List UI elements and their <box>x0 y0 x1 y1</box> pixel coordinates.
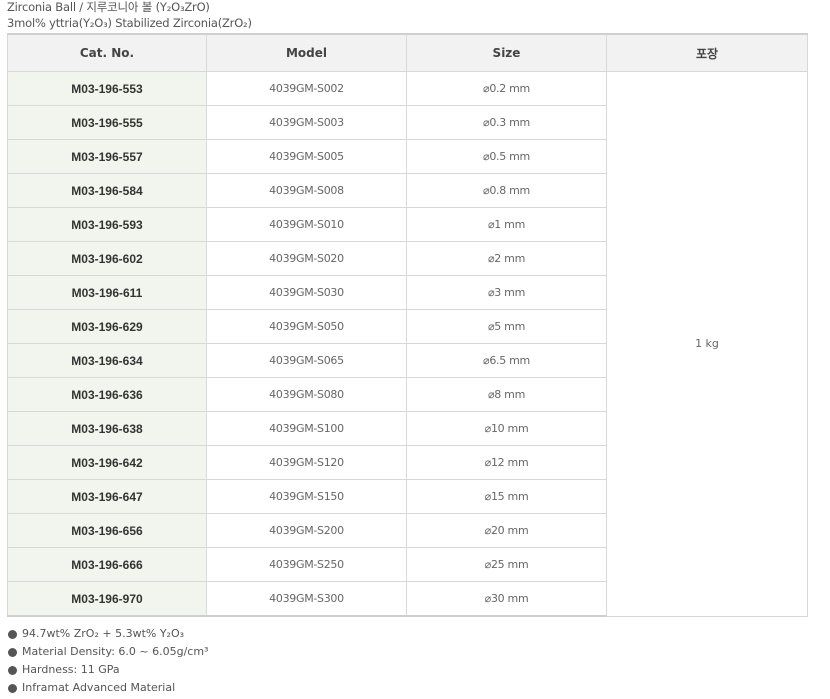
size-cell: ⌀20 mm <box>406 513 607 548</box>
size-cell: ⌀0.2 mm <box>406 71 607 106</box>
size-cell: ⌀0.3 mm <box>406 105 607 140</box>
size-cell: ⌀15 mm <box>406 479 607 514</box>
cat-no-cell: M03-196-666 <box>7 547 207 582</box>
size-cell: ⌀0.5 mm <box>406 139 607 174</box>
note-text: Hardness: 11 GPa <box>22 663 120 676</box>
size-cell: ⌀6.5 mm <box>406 343 607 378</box>
size-cell: ⌀12 mm <box>406 445 607 480</box>
note-text: Inframat Advanced Material <box>22 681 176 694</box>
cat-no-cell: M03-196-642 <box>7 445 207 480</box>
model-cell: 4039GM-S200 <box>206 513 407 548</box>
cat-no-cell: M03-196-970 <box>7 581 207 617</box>
cat-no-cell: M03-196-634 <box>7 343 207 378</box>
cat-no-cell: M03-196-611 <box>7 275 207 310</box>
product-table: Cat. No. Model Size 포장 M03-196-553 4039GM… <box>7 33 808 617</box>
cat-no-cell: M03-196-636 <box>7 377 207 412</box>
model-cell: 4039GM-S003 <box>206 105 407 140</box>
model-cell: 4039GM-S150 <box>206 479 407 514</box>
table-header-row: Cat. No. Model Size 포장 <box>7 33 808 72</box>
note-item: Inframat Advanced Material <box>8 679 208 697</box>
cat-no-cell: M03-196-557 <box>7 139 207 174</box>
model-cell: 4039GM-S100 <box>206 411 407 446</box>
table-row: M03-196-553 4039GM-S002 ⌀0.2 mm 1 kg <box>7 71 808 617</box>
model-cell: 4039GM-S030 <box>206 275 407 310</box>
column-header-cat-no: Cat. No. <box>7 33 207 72</box>
note-item: Hardness: 11 GPa <box>8 661 208 679</box>
bullet-dot-icon <box>8 629 17 639</box>
size-cell: ⌀0.8 mm <box>406 173 607 208</box>
cat-no-cell: M03-196-638 <box>7 411 207 446</box>
size-cell: ⌀10 mm <box>406 411 607 446</box>
column-header-size: Size <box>406 33 607 72</box>
model-cell: 4039GM-S050 <box>206 309 407 344</box>
size-cell: ⌀2 mm <box>406 241 607 276</box>
cat-no-cell: M03-196-555 <box>7 105 207 140</box>
cat-no-cell: M03-196-553 <box>7 71 207 106</box>
model-cell: 4039GM-S065 <box>206 343 407 378</box>
cat-no-cell: M03-196-602 <box>7 241 207 276</box>
packaging-cell: 1 kg <box>606 71 808 617</box>
notes-list: 94.7wt% ZrO₂ + 5.3wt% Y₂O₃ Material Dens… <box>8 625 208 697</box>
note-item: Material Density: 6.0 ~ 6.05g/cm³ <box>8 643 208 661</box>
model-cell: 4039GM-S010 <box>206 207 407 242</box>
model-cell: 4039GM-S008 <box>206 173 407 208</box>
model-cell: 4039GM-S020 <box>206 241 407 276</box>
model-cell: 4039GM-S300 <box>206 581 407 617</box>
cat-no-cell: M03-196-584 <box>7 173 207 208</box>
cat-no-cell: M03-196-629 <box>7 309 207 344</box>
model-cell: 4039GM-S250 <box>206 547 407 582</box>
cat-no-cell: M03-196-593 <box>7 207 207 242</box>
size-cell: ⌀1 mm <box>406 207 607 242</box>
size-cell: ⌀5 mm <box>406 309 607 344</box>
bullet-dot-icon <box>8 683 17 693</box>
bullet-dot-icon <box>8 647 17 657</box>
size-cell: ⌀3 mm <box>406 275 607 310</box>
model-cell: 4039GM-S080 <box>206 377 407 412</box>
note-text: Material Density: 6.0 ~ 6.05g/cm³ <box>22 645 209 658</box>
cat-no-cell: M03-196-656 <box>7 513 207 548</box>
column-header-model: Model <box>206 33 407 72</box>
table-body: M03-196-553 4039GM-S002 ⌀0.2 mm 1 kg M03-196… <box>7 71 808 617</box>
cat-no-cell: M03-196-647 <box>7 479 207 514</box>
page-subtitle: 3mol% yttria(Y₂O₃) Stabilized Zirconia(Z… <box>7 16 252 30</box>
bullet-dot-icon <box>8 665 17 675</box>
column-header-packaging: 포장 <box>606 33 808 72</box>
size-cell: ⌀30 mm <box>406 581 607 617</box>
model-cell: 4039GM-S005 <box>206 139 407 174</box>
model-cell: 4039GM-S120 <box>206 445 407 480</box>
size-cell: ⌀25 mm <box>406 547 607 582</box>
model-cell: 4039GM-S002 <box>206 71 407 106</box>
note-item: 94.7wt% ZrO₂ + 5.3wt% Y₂O₃ <box>8 625 208 643</box>
page-title: Zirconia Ball / 지루코니아 볼 (Y₂O₃ZrO) <box>7 0 210 14</box>
note-text: 94.7wt% ZrO₂ + 5.3wt% Y₂O₃ <box>22 627 185 640</box>
size-cell: ⌀8 mm <box>406 377 607 412</box>
